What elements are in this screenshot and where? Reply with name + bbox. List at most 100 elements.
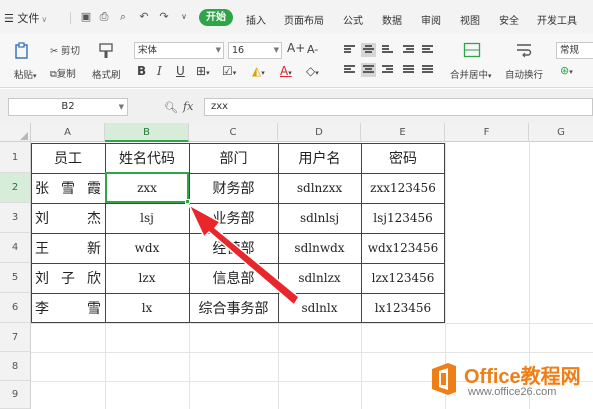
font-name-select[interactable]: 宋体 ▼ — [134, 42, 224, 59]
merge-cells-icon[interactable] — [463, 41, 481, 59]
redo-icon[interactable]: ↷ — [158, 11, 170, 23]
tab-insert[interactable]: 插入 — [246, 12, 266, 27]
wrap-text-icon[interactable] — [515, 41, 533, 59]
cell-password[interactable]: wdx123456 — [361, 233, 445, 263]
row-header-4[interactable]: 4 — [0, 233, 31, 263]
cell-username[interactable]: sdlnzxx — [278, 173, 361, 203]
column-header-e[interactable]: E — [361, 123, 445, 142]
cell-password[interactable]: lzx123456 — [361, 263, 445, 293]
format-painter-icon[interactable] — [97, 42, 115, 60]
header-cell-department[interactable]: 部门 — [189, 143, 278, 173]
bold-button[interactable]: B — [137, 64, 146, 78]
cell-employee[interactable]: 李 雪 — [31, 293, 105, 323]
column-header-f[interactable]: F — [445, 123, 529, 142]
row-header-5[interactable]: 5 — [0, 263, 31, 293]
increase-font-size-button[interactable]: A+ — [287, 41, 305, 55]
cell-employee[interactable]: 刘 子 欣 — [31, 263, 105, 293]
header-cell-password[interactable]: 密码 — [361, 143, 445, 173]
cell-password[interactable]: zxx123456 — [361, 173, 445, 203]
row-header-1[interactable]: 1 — [0, 142, 31, 173]
fill-handle[interactable] — [185, 199, 190, 204]
justify-icon[interactable] — [403, 65, 414, 75]
paste-icon[interactable] — [13, 42, 31, 60]
cell-department[interactable]: 综合事务部 — [189, 293, 278, 323]
tab-home[interactable]: 开始 — [199, 9, 233, 26]
column-header-c[interactable]: C — [189, 123, 278, 142]
decrease-font-size-button[interactable]: A- — [307, 43, 318, 56]
wrap-text-label[interactable]: 自动换行 — [505, 67, 543, 81]
cell-employee[interactable]: 刘 杰 — [31, 203, 105, 233]
cell-username[interactable]: sdlnlx — [278, 293, 361, 323]
cell-username[interactable]: sdlnwdx — [278, 233, 361, 263]
tab-review[interactable]: 审阅 — [421, 12, 441, 27]
tab-page-layout[interactable]: 页面布局 — [284, 12, 324, 27]
row-header-3[interactable]: 3 — [0, 203, 31, 233]
align-left-icon[interactable] — [344, 65, 355, 75]
tab-developer[interactable]: 开发工具 — [537, 12, 577, 27]
clear-format-icon[interactable]: ◇▾ — [306, 64, 319, 78]
quick-access-dropdown-icon[interactable]: ∨ — [178, 11, 190, 23]
borders-icon[interactable]: ⊞▾ — [196, 64, 210, 78]
insert-function-button[interactable]: fx — [183, 100, 193, 113]
paste-button[interactable]: 粘贴▾ — [14, 67, 37, 81]
cell-department[interactable]: 财务部 — [189, 173, 278, 203]
indent-increase-icon[interactable] — [422, 45, 433, 55]
column-header-g[interactable]: G — [529, 123, 593, 142]
distributed-icon[interactable] — [422, 65, 433, 75]
merge-center-button[interactable]: 合并居中▾ — [450, 67, 492, 81]
align-bottom-icon[interactable] — [382, 45, 393, 55]
cell-username[interactable]: sdlnlzx — [278, 263, 361, 293]
italic-button[interactable]: I — [157, 64, 162, 78]
font-size-select[interactable]: 16 ▼ — [228, 42, 282, 59]
column-header-a[interactable]: A — [31, 123, 105, 142]
header-cell-username[interactable]: 用户名 — [278, 143, 361, 173]
print-icon[interactable]: ⎙ — [98, 11, 110, 23]
indent-decrease-icon[interactable] — [403, 45, 414, 55]
name-box[interactable]: B2 ▼ — [8, 98, 128, 116]
file-menu[interactable]: ☰ 文件 ∨ — [4, 10, 47, 26]
row-header-6[interactable]: 6 — [0, 293, 31, 323]
save-icon[interactable]: ▣ — [80, 11, 92, 23]
cell-employee[interactable]: 王 新 — [31, 233, 105, 263]
tab-view[interactable]: 视图 — [460, 12, 480, 27]
column-header-b[interactable]: B — [105, 123, 189, 142]
cell-employee[interactable]: 张 雪 霞 — [31, 173, 105, 203]
tab-formulas[interactable]: 公式 — [343, 12, 363, 27]
fill-color-icon[interactable]: ◭▾ — [252, 64, 265, 78]
cell-username[interactable]: sdlnlsj — [278, 203, 361, 233]
zoom-formula-icon[interactable]: 🔍︎ — [164, 101, 178, 114]
align-center-icon[interactable] — [361, 63, 376, 77]
column-header-d[interactable]: D — [278, 123, 361, 142]
cut-button[interactable]: ✂ 剪切 — [50, 43, 80, 57]
cell-name-code[interactable]: lsj — [105, 203, 189, 233]
align-top-icon[interactable] — [344, 45, 355, 55]
header-cell-name-code[interactable]: 姓名代码 — [105, 143, 189, 173]
tab-data[interactable]: 数据 — [382, 12, 402, 27]
cell-department[interactable]: 经营部 — [189, 233, 278, 263]
select-all-corner[interactable] — [0, 123, 31, 142]
row-header-8[interactable]: 8 — [0, 352, 31, 381]
number-format-select[interactable]: 常规 — [556, 42, 593, 59]
cell-name-code[interactable]: wdx — [105, 233, 189, 263]
font-color-icon[interactable]: A▾ — [280, 64, 292, 78]
cell-style-icon[interactable]: ☑▾ — [222, 64, 236, 78]
row-header-7[interactable]: 7 — [0, 323, 31, 352]
header-cell-employee[interactable]: 员工 — [31, 143, 105, 173]
align-right-icon[interactable] — [382, 65, 393, 75]
copy-button[interactable]: ⧉复制 — [50, 66, 76, 80]
row-header-9[interactable]: 9 — [0, 381, 31, 409]
align-middle-icon[interactable] — [361, 43, 376, 57]
cell-name-code[interactable]: lzx — [105, 263, 189, 293]
cell-password[interactable]: lsj123456 — [361, 203, 445, 233]
tab-security[interactable]: 安全 — [499, 12, 519, 27]
cell-department[interactable]: 信息部 — [189, 263, 278, 293]
formula-input[interactable]: zxx — [204, 98, 593, 116]
row-header-2[interactable]: 2 — [0, 173, 31, 203]
underline-button[interactable]: U — [176, 64, 185, 78]
currency-format-icon[interactable]: ⊛▾ — [560, 64, 573, 77]
cell-name-code[interactable]: lx — [105, 293, 189, 323]
undo-icon[interactable]: ↶ — [138, 11, 150, 23]
cell-password[interactable]: lx123456 — [361, 293, 445, 323]
print-preview-icon[interactable]: ⌕ — [117, 11, 129, 23]
cell-department[interactable]: 业务部 — [189, 203, 278, 233]
